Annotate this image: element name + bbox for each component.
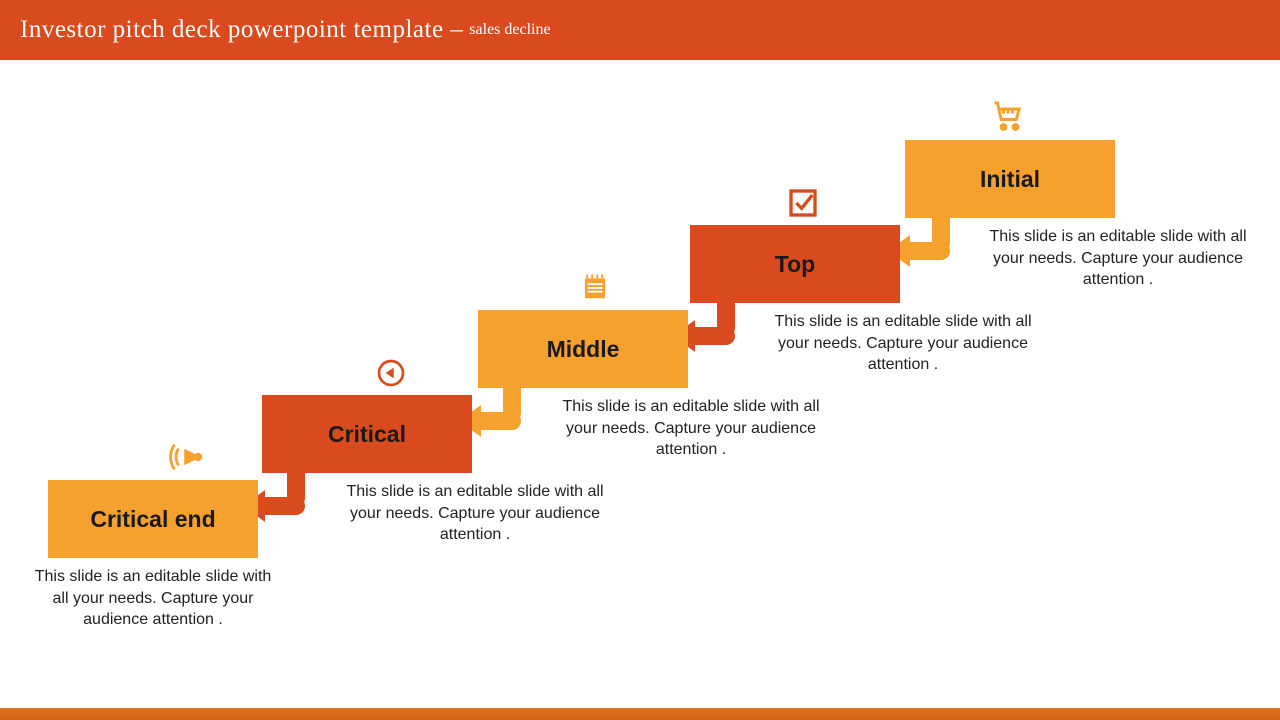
- speaker-icon: [165, 438, 209, 476]
- step-label: Top: [775, 251, 815, 278]
- slide-subtitle: sales decline: [469, 21, 550, 39]
- check-icon: [785, 185, 821, 221]
- cart-icon: [988, 95, 1028, 135]
- notepad-icon: [578, 270, 612, 304]
- bottom-accent-bar: [0, 708, 1280, 720]
- step-box-top: Top: [690, 225, 900, 303]
- title-bar: Investor pitch deck powerpoint template …: [0, 0, 1280, 60]
- step-label: Initial: [980, 166, 1040, 193]
- step-label: Middle: [547, 336, 620, 363]
- play-icon: [373, 355, 409, 391]
- step-desc-critical: This slide is an editable slide with all…: [345, 481, 605, 546]
- step-box-critical-end: Critical end: [48, 480, 258, 558]
- slide-stage: Investor pitch deck powerpoint template …: [0, 0, 1280, 720]
- step-label: Critical: [328, 421, 406, 448]
- step-label: Critical end: [90, 506, 215, 533]
- step-desc-critical-end: This slide is an editable slide with all…: [28, 566, 278, 631]
- step-box-middle: Middle: [478, 310, 688, 388]
- step-box-critical: Critical: [262, 395, 472, 473]
- slide-title: Investor pitch deck powerpoint template …: [20, 16, 463, 44]
- step-desc-middle: This slide is an editable slide with all…: [561, 396, 821, 461]
- step-desc-top: This slide is an editable slide with all…: [773, 311, 1033, 376]
- step-desc-initial: This slide is an editable slide with all…: [988, 226, 1248, 291]
- step-box-initial: Initial: [905, 140, 1115, 218]
